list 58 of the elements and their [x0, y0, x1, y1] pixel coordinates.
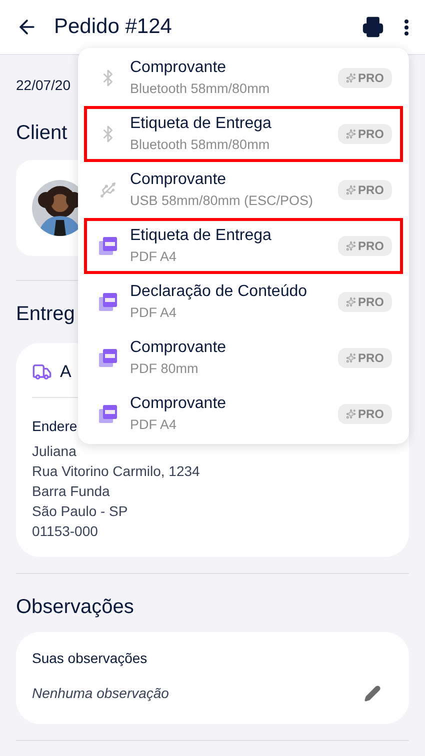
menu-item-subtitle: PDF A4	[130, 304, 177, 322]
section-heading: Observações	[16, 594, 134, 620]
sparkle-icon	[346, 185, 356, 195]
sparkle-icon	[346, 353, 356, 363]
menu-item-title: Comprovante	[130, 170, 226, 190]
menu-item[interactable]: Comprovante USB 58mm/80mm (ESC/POS) PRO	[84, 162, 403, 218]
section-heading: Entreg	[16, 302, 75, 327]
pro-badge: PRO	[338, 348, 392, 368]
menu-item[interactable]: Etiqueta de Entrega PDF A4 PRO	[84, 218, 403, 274]
section-heading: Client	[16, 121, 68, 146]
sparkle-icon	[346, 409, 356, 419]
pro-badge: PRO	[338, 292, 392, 312]
menu-item-subtitle: USB 58mm/80mm (ESC/POS)	[130, 192, 314, 210]
menu-item-subtitle: Bluetooth 58mm/80mm	[130, 80, 270, 98]
notes-value: Nenhuma observação	[32, 684, 169, 703]
menu-item-subtitle: Bluetooth 58mm/80mm	[130, 136, 270, 154]
address-label: Endere	[32, 416, 78, 436]
menu-item[interactable]: Declaração de Conteúdo PDF A4 PRO	[84, 274, 403, 330]
pdf-file-icon	[98, 404, 118, 424]
address-line: 01153-000	[32, 522, 98, 540]
pdf-file-icon	[98, 348, 118, 368]
pro-badge: PRO	[338, 124, 392, 144]
address-line: Rua Vitorino Carmilo, 1234	[32, 462, 200, 480]
pro-badge: PRO	[338, 404, 392, 424]
truck-icon	[32, 362, 52, 382]
sparkle-icon	[346, 297, 356, 307]
menu-item[interactable]: Comprovante PDF 80mm PRO	[84, 330, 403, 386]
pro-badge: PRO	[338, 236, 392, 256]
menu-item-subtitle: PDF 80mm	[130, 360, 198, 378]
menu-item-subtitle: PDF A4	[130, 248, 177, 266]
pro-badge: PRO	[338, 68, 392, 88]
menu-item-subtitle: PDF A4	[130, 416, 177, 434]
menu-item-title: Comprovante	[130, 338, 226, 358]
pdf-file-icon	[98, 236, 118, 256]
page-title: Pedido #124	[54, 14, 172, 40]
menu-item-title: Comprovante	[130, 58, 226, 78]
usb-icon	[99, 181, 117, 199]
pro-badge: PRO	[338, 180, 392, 200]
address-line: São Paulo - SP	[32, 502, 128, 520]
card-title: A	[60, 361, 72, 383]
menu-item-title: Etiqueta de Entrega	[130, 114, 272, 134]
sparkle-icon	[346, 129, 356, 139]
pencil-icon	[364, 684, 381, 702]
menu-item-title: Comprovante	[130, 394, 226, 414]
sparkle-icon	[346, 73, 356, 83]
menu-item-title: Etiqueta de Entrega	[130, 226, 272, 246]
address-line: Barra Funda	[32, 482, 110, 500]
notes-label: Suas observações	[32, 648, 148, 668]
sparkle-icon	[346, 241, 356, 251]
menu-item-title: Declaração de Conteúdo	[130, 282, 308, 302]
menu-item[interactable]: Etiqueta de Entrega Bluetooth 58mm/80mm PRO	[84, 106, 403, 162]
address-line: Juliana	[32, 442, 76, 460]
pdf-file-icon	[98, 292, 118, 312]
menu-item[interactable]: Comprovante Bluetooth 58mm/80mm PRO	[84, 50, 403, 106]
menu-item[interactable]: Comprovante PDF A4 PRO	[84, 386, 403, 442]
order-date: 22/07/20	[16, 76, 70, 95]
printer-icon	[362, 16, 384, 38]
more-vertical-icon	[404, 18, 409, 36]
